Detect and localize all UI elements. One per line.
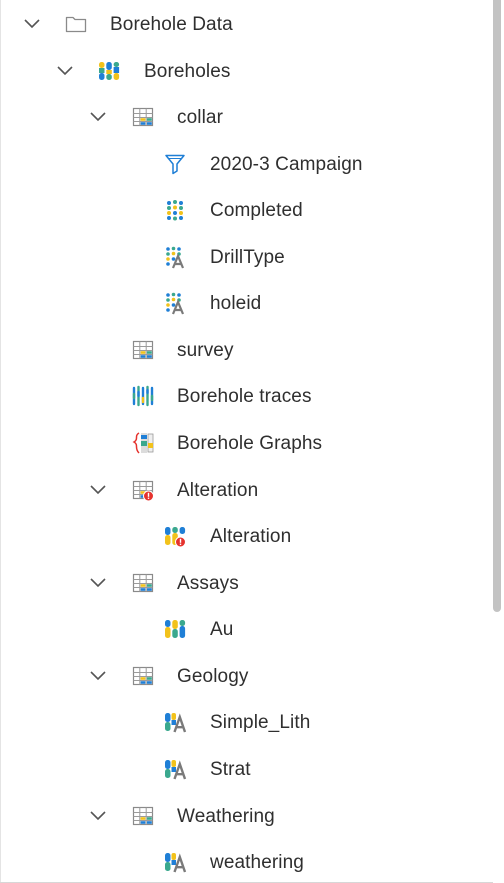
tree-node-label: Borehole Data [110, 14, 233, 35]
tree-node-label: Assays [177, 573, 239, 594]
tree-node-au[interactable]: Au [0, 613, 490, 645]
interval-error-icon [163, 524, 187, 548]
borehole-columns-icon [97, 59, 121, 83]
folder-icon [64, 12, 88, 36]
tree-node-label: Weathering [177, 806, 275, 827]
tree-node-label: Geology [177, 666, 249, 687]
borehole-graphs-icon [131, 431, 155, 455]
category-text-icon [163, 291, 187, 315]
vertical-scrollbar-thumb[interactable] [493, 0, 501, 612]
borehole-traces-icon [131, 384, 155, 408]
tree-node-label: Completed [210, 200, 303, 221]
interval-numeric-icon [163, 617, 187, 641]
tree-node-label: Alteration [177, 480, 259, 501]
tree-node-label: Borehole traces [177, 386, 312, 407]
tree-node-assays[interactable]: Assays [0, 567, 490, 599]
tree-node-label: Strat [210, 759, 251, 780]
tree-node-label: survey [177, 340, 234, 361]
tree-node-strat[interactable]: Strat [0, 753, 490, 785]
tree-node-weathering[interactable]: weathering [0, 846, 490, 878]
tree-node-alteration[interactable]: Alteration [0, 520, 490, 552]
interval-category-icon [163, 850, 187, 874]
table-icon [131, 664, 155, 688]
chevron-down-icon[interactable] [88, 107, 108, 127]
chevron-down-icon[interactable] [55, 61, 75, 81]
table-icon [131, 105, 155, 129]
tree-node-collar[interactable]: collar [0, 101, 490, 133]
tree-node-label: DrillType [210, 247, 285, 268]
tree-node-label: holeid [210, 293, 262, 314]
tree-node-completed[interactable]: Completed [0, 194, 490, 226]
chevron-down-icon[interactable] [22, 14, 42, 34]
filter-icon [163, 152, 187, 176]
table-icon [131, 804, 155, 828]
tree-node-borehole-graphs[interactable]: Borehole Graphs [0, 427, 490, 459]
tree-node-alteration-table[interactable]: Alteration [0, 474, 490, 506]
chevron-down-icon[interactable] [88, 573, 108, 593]
tree-node-label: weathering [210, 852, 304, 873]
tree-node-label: 2020-3 Campaign [210, 154, 363, 175]
category-text-icon [163, 245, 187, 269]
tree-node-boreholes[interactable]: Boreholes [0, 55, 490, 87]
chevron-down-icon[interactable] [88, 806, 108, 826]
tree-node-label: Au [210, 619, 234, 640]
table-icon [131, 571, 155, 595]
tree-node-weathering-table[interactable]: Weathering [0, 800, 490, 832]
tree-node-simple-lith[interactable]: Simple_Lith [0, 706, 490, 738]
tree-node-label: Boreholes [144, 61, 231, 82]
tree-node-holeid[interactable]: holeid [0, 287, 490, 319]
tree-node-borehole-traces[interactable]: Borehole traces [0, 380, 490, 412]
tree-node-2020-3-campaign[interactable]: 2020-3 Campaign [0, 148, 490, 180]
tree-node-survey[interactable]: survey [0, 334, 490, 366]
interval-category-icon [163, 757, 187, 781]
table-icon [131, 338, 155, 362]
tree-node-borehole-data[interactable]: Borehole Data [0, 8, 490, 40]
tree-node-label: Simple_Lith [210, 712, 311, 733]
tree-node-label: Alteration [210, 526, 292, 547]
interval-category-icon [163, 710, 187, 734]
category-dots-icon [163, 198, 187, 222]
tree-node-geology[interactable]: Geology [0, 660, 490, 692]
chevron-down-icon[interactable] [88, 480, 108, 500]
table-error-icon [131, 478, 155, 502]
tree-node-label: collar [177, 107, 224, 128]
chevron-down-icon[interactable] [88, 666, 108, 686]
tree-node-drilltype[interactable]: DrillType [0, 241, 490, 273]
tree-node-label: Borehole Graphs [177, 433, 323, 454]
